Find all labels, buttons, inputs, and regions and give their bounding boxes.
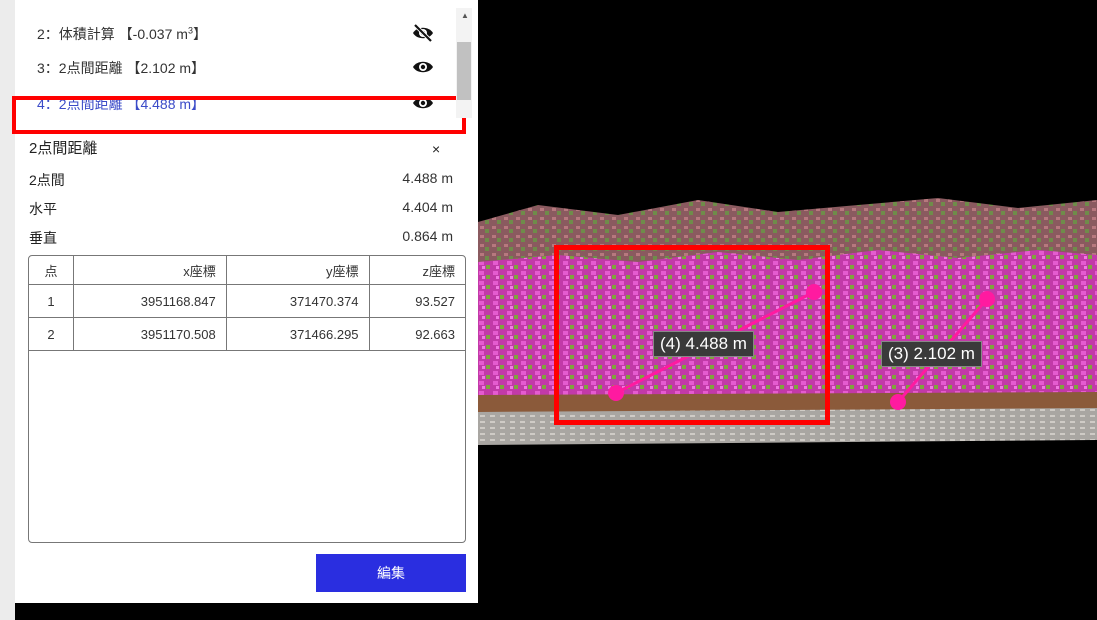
- coordinates-table: 点 x座標 y座標 z座標 1 3951168.847 371470.374 9…: [28, 255, 466, 543]
- column-header-point: 点: [29, 256, 74, 285]
- point-id: 2: [29, 317, 74, 351]
- column-header-y: y座標: [225, 256, 370, 285]
- layer-item-label: 3：2点間距離 【2.102 m】: [37, 60, 206, 76]
- table-row: 2 3951170.508 371466.295 92.663: [29, 317, 465, 351]
- table-row: 1 3951168.847 371470.374 93.527: [29, 284, 465, 318]
- z-coordinate: 93.527: [368, 284, 465, 318]
- column-header-x: x座標: [73, 256, 227, 285]
- y-coordinate: 371466.295: [225, 317, 370, 351]
- viewer-bottom-bar: [15, 603, 1097, 620]
- layer-list: 2：体積計算 【-0.037 m3】 3：2点間距離 【2.102 m】 4：2…: [12, 8, 478, 134]
- column-header-z: z座標: [368, 256, 465, 285]
- left-gutter: [0, 0, 15, 620]
- vertical-value: 0.864 m: [402, 228, 453, 244]
- scroll-up-icon[interactable]: ▲: [461, 11, 469, 20]
- x-coordinate: 3951168.847: [73, 284, 227, 318]
- measurement-highlight-box: [554, 245, 830, 425]
- eye-slash-icon[interactable]: [411, 23, 435, 43]
- edit-button[interactable]: 編集: [316, 554, 466, 592]
- x-coordinate: 3951170.508: [73, 317, 227, 351]
- eye-icon[interactable]: [411, 57, 435, 77]
- horizontal-label: 水平: [29, 201, 57, 217]
- detail-title: 2点間距離: [29, 140, 98, 157]
- horizontal-value: 4.404 m: [402, 199, 453, 215]
- vertical-label: 垂直: [29, 230, 57, 246]
- layer-item-label: 2：体積計算 【-0.037 m3】: [37, 25, 207, 42]
- layer-item-3[interactable]: 3：2点間距離 【2.102 m】: [15, 50, 455, 84]
- y-coordinate: 371470.374: [225, 284, 370, 318]
- point-id: 1: [29, 284, 74, 318]
- layer-item-2[interactable]: 2：体積計算 【-0.037 m3】: [15, 16, 455, 50]
- measurement-point-3a: [890, 394, 906, 410]
- point-cloud-viewer[interactable]: (4) 4.488 m (3) 2.102 m: [478, 0, 1097, 603]
- measurement-point-3b: [979, 291, 995, 307]
- measurement-label-3: (3) 2.102 m: [881, 341, 982, 367]
- close-icon[interactable]: ×: [432, 141, 440, 157]
- distance-value: 4.488 m: [402, 170, 453, 186]
- table-header-row: 点 x座標 y座標 z座標: [29, 256, 465, 285]
- distance-label: 2点間: [29, 172, 65, 188]
- layer-list-scrollbar[interactable]: ▲: [456, 8, 472, 118]
- z-coordinate: 92.663: [368, 317, 465, 351]
- selection-highlight-box: [12, 96, 466, 134]
- measurement-panel: 2：体積計算 【-0.037 m3】 3：2点間距離 【2.102 m】 4：2…: [12, 0, 478, 603]
- scroll-thumb[interactable]: [457, 42, 471, 100]
